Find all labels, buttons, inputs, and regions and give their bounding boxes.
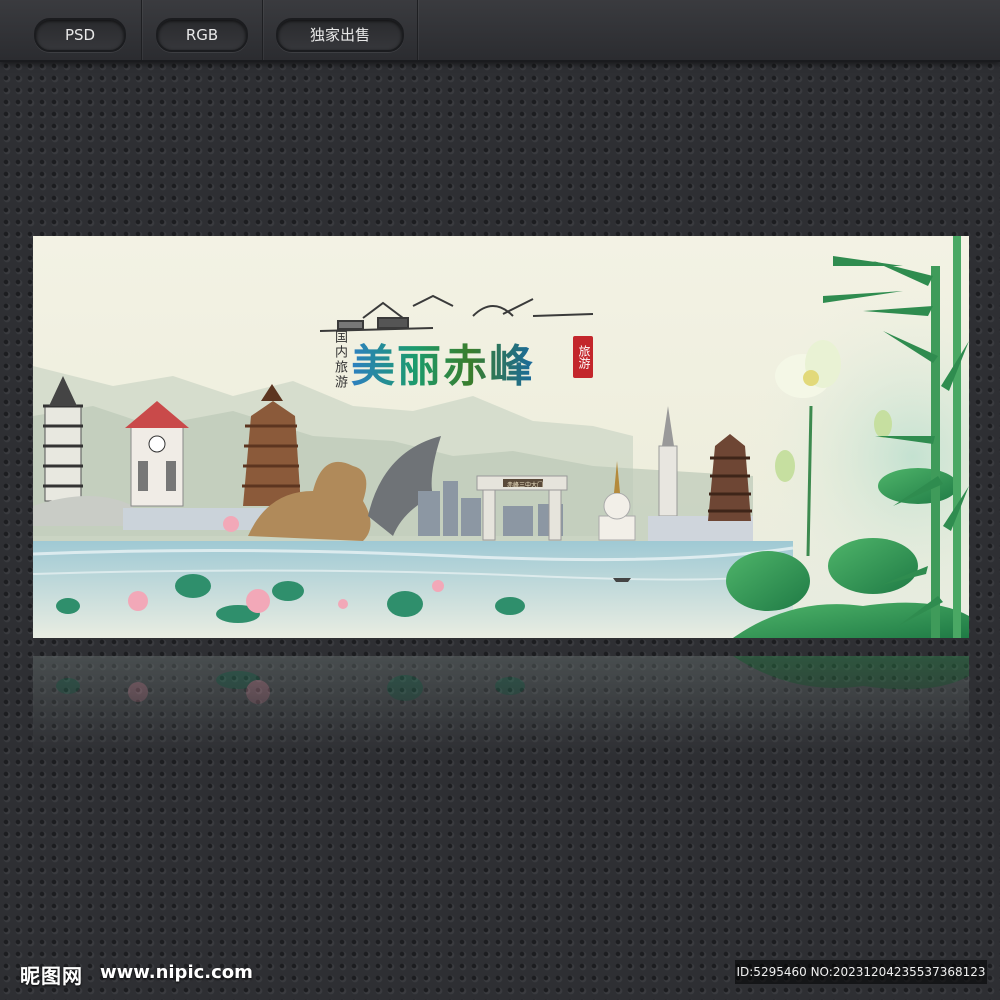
toolbar-segment-exclusive: 独家出售 [263,0,418,60]
gate-plaque: 赤峰三中大门 [507,482,544,489]
nipic-url-link[interactable]: www.nipic.com [100,962,253,983]
psd-button[interactable]: PSD [34,18,126,52]
nipic-logo: 昵图网 [20,964,83,988]
domestic-travel-label: 国内旅游 [332,330,347,390]
ink-sketch [319,294,594,332]
image-id-label: ID:5295460 NO:20231204235537368123 [735,960,987,984]
reflection-artwork [33,656,969,756]
poster-reflection [33,656,969,756]
poster-title: 美丽赤峰 [351,330,535,394]
top-toolbar: PSD RGB 独家出售 [0,0,1000,62]
poster-image: 国内旅游 美丽赤峰 旅游 赤峰三中大门 [33,236,969,638]
exclusive-sale-button[interactable]: 独家出售 [276,18,404,52]
rgb-button[interactable]: RGB [156,18,248,52]
toolbar-segment-rgb: RGB [142,0,263,60]
small-boat [613,578,631,582]
toolbar-segment-psd: PSD [0,0,142,60]
poster-artwork [33,236,969,638]
travel-stamp: 旅游 [573,336,593,378]
